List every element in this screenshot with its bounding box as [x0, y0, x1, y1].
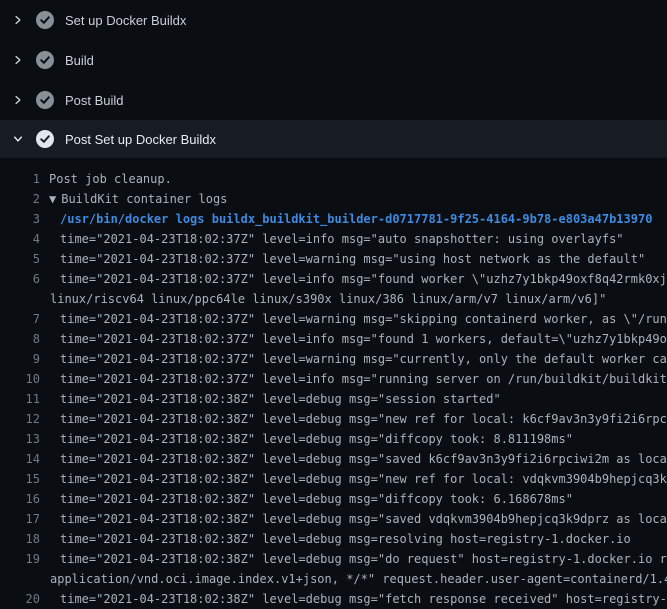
log-line: 13 time="2021-04-23T18:02:38Z" level=deb…: [0, 429, 667, 449]
log-line-text: time="2021-04-23T18:02:37Z" level=warnin…: [40, 349, 667, 369]
log-line-text: time="2021-04-23T18:02:38Z" level=debug …: [40, 469, 667, 489]
chevron-down-icon[interactable]: [12, 133, 24, 145]
log-line-number[interactable]: 4: [0, 229, 40, 249]
log-line-text: time="2021-04-23T18:02:38Z" level=debug …: [40, 549, 667, 569]
step-row-post-set-up-docker-buildx[interactable]: Post Set up Docker Buildx: [0, 120, 667, 158]
log-line-number[interactable]: 8: [0, 329, 40, 349]
log-line-number: [0, 289, 40, 309]
log-line: 1 Post job cleanup.: [0, 169, 667, 189]
log-line-number[interactable]: 15: [0, 469, 40, 489]
log-line-text: linux/riscv64 linux/ppc64le linux/s390x …: [40, 289, 667, 309]
log-line: 7 time="2021-04-23T18:02:37Z" level=warn…: [0, 309, 667, 329]
check-circle-icon: [36, 11, 54, 29]
log-line: 18 time="2021-04-23T18:02:38Z" level=deb…: [0, 529, 667, 549]
log-group-title[interactable]: BuildKit container logs: [56, 189, 667, 209]
log-line-number[interactable]: 3: [0, 209, 40, 229]
log-line-text: time="2021-04-23T18:02:37Z" level=warnin…: [40, 309, 667, 329]
log-line-number[interactable]: 17: [0, 509, 40, 529]
log-line-wrap: application/vnd.oci.image.index.v1+json,…: [0, 569, 667, 589]
log-line: 15 time="2021-04-23T18:02:38Z" level=deb…: [0, 469, 667, 489]
log-line-command: 3 /usr/bin/docker logs buildx_buildkit_b…: [0, 209, 667, 229]
log-line: 12 time="2021-04-23T18:02:38Z" level=deb…: [0, 409, 667, 429]
log-viewer: 1 Post job cleanup. 2 ▼ BuildKit contain…: [0, 158, 667, 609]
log-line-text: time="2021-04-23T18:02:38Z" level=debug …: [40, 489, 667, 509]
log-line-number[interactable]: 18: [0, 529, 40, 549]
log-line-number[interactable]: 12: [0, 409, 40, 429]
log-line-text: time="2021-04-23T18:02:37Z" level=warnin…: [40, 249, 667, 269]
step-title: Post Build: [65, 93, 124, 108]
log-line-number[interactable]: 11: [0, 389, 40, 409]
log-command-text: /usr/bin/docker logs buildx_buildkit_bui…: [40, 209, 667, 229]
log-line-text: time="2021-04-23T18:02:37Z" level=info m…: [40, 369, 667, 389]
log-line-text: time="2021-04-23T18:02:37Z" level=info m…: [40, 269, 667, 289]
chevron-right-icon[interactable]: [12, 94, 24, 106]
log-line-text: time="2021-04-23T18:02:37Z" level=info m…: [40, 229, 667, 249]
log-line: 9 time="2021-04-23T18:02:37Z" level=warn…: [0, 349, 667, 369]
log-line: 17 time="2021-04-23T18:02:38Z" level=deb…: [0, 509, 667, 529]
log-line-number[interactable]: 20: [0, 589, 40, 609]
log-line: 16 time="2021-04-23T18:02:38Z" level=deb…: [0, 489, 667, 509]
log-group-header: 2 ▼ BuildKit container logs: [0, 189, 667, 209]
log-line: 11 time="2021-04-23T18:02:38Z" level=deb…: [0, 389, 667, 409]
log-line: 8 time="2021-04-23T18:02:37Z" level=info…: [0, 329, 667, 349]
log-line: 20 time="2021-04-23T18:02:38Z" level=deb…: [0, 589, 667, 609]
log-line-text: time="2021-04-23T18:02:38Z" level=debug …: [40, 429, 667, 449]
log-line: 19 time="2021-04-23T18:02:38Z" level=deb…: [0, 549, 667, 569]
step-row-post-build[interactable]: Post Build: [0, 80, 667, 120]
log-line-text: time="2021-04-23T18:02:38Z" level=debug …: [40, 509, 667, 529]
check-circle-icon: [36, 51, 54, 69]
group-collapse-marker-icon[interactable]: ▼: [40, 189, 56, 209]
step-title: Build: [65, 53, 94, 68]
log-line: 14 time="2021-04-23T18:02:38Z" level=deb…: [0, 449, 667, 469]
log-line-number[interactable]: 14: [0, 449, 40, 469]
step-title: Set up Docker Buildx: [65, 13, 186, 28]
step-row-set-up-docker-buildx[interactable]: Set up Docker Buildx: [0, 0, 667, 40]
log-line-text: time="2021-04-23T18:02:38Z" level=debug …: [40, 409, 667, 429]
chevron-right-icon[interactable]: [12, 14, 24, 26]
step-title: Post Set up Docker Buildx: [65, 132, 216, 147]
check-circle-icon: [36, 130, 54, 148]
log-line-text: Post job cleanup.: [40, 169, 667, 189]
log-line-number[interactable]: 19: [0, 549, 40, 569]
step-row-build[interactable]: Build: [0, 40, 667, 80]
log-line: 4 time="2021-04-23T18:02:37Z" level=info…: [0, 229, 667, 249]
check-circle-icon: [36, 91, 54, 109]
log-line-number[interactable]: 2: [0, 189, 40, 209]
log-line-wrap: linux/riscv64 linux/ppc64le linux/s390x …: [0, 289, 667, 309]
log-line-number[interactable]: 6: [0, 269, 40, 289]
log-line: 5 time="2021-04-23T18:02:37Z" level=warn…: [0, 249, 667, 269]
log-line: 10 time="2021-04-23T18:02:37Z" level=inf…: [0, 369, 667, 389]
log-line-text: time="2021-04-23T18:02:38Z" level=debug …: [40, 449, 667, 469]
log-line: 6 time="2021-04-23T18:02:37Z" level=info…: [0, 269, 667, 289]
chevron-right-icon[interactable]: [12, 54, 24, 66]
log-line-number[interactable]: 10: [0, 369, 40, 389]
log-line-number[interactable]: 13: [0, 429, 40, 449]
log-line-number[interactable]: 16: [0, 489, 40, 509]
log-line-number: [0, 569, 40, 589]
log-line-text: time="2021-04-23T18:02:38Z" level=debug …: [40, 589, 667, 609]
log-line-number[interactable]: 5: [0, 249, 40, 269]
log-line-number[interactable]: 9: [0, 349, 40, 369]
log-line-number[interactable]: 1: [0, 169, 40, 189]
log-line-text: time="2021-04-23T18:02:37Z" level=info m…: [40, 329, 667, 349]
log-line-text: time="2021-04-23T18:02:38Z" level=debug …: [40, 389, 667, 409]
log-line-number[interactable]: 7: [0, 309, 40, 329]
log-line-text: time="2021-04-23T18:02:38Z" level=debug …: [40, 529, 667, 549]
log-line-text: application/vnd.oci.image.index.v1+json,…: [40, 569, 667, 589]
